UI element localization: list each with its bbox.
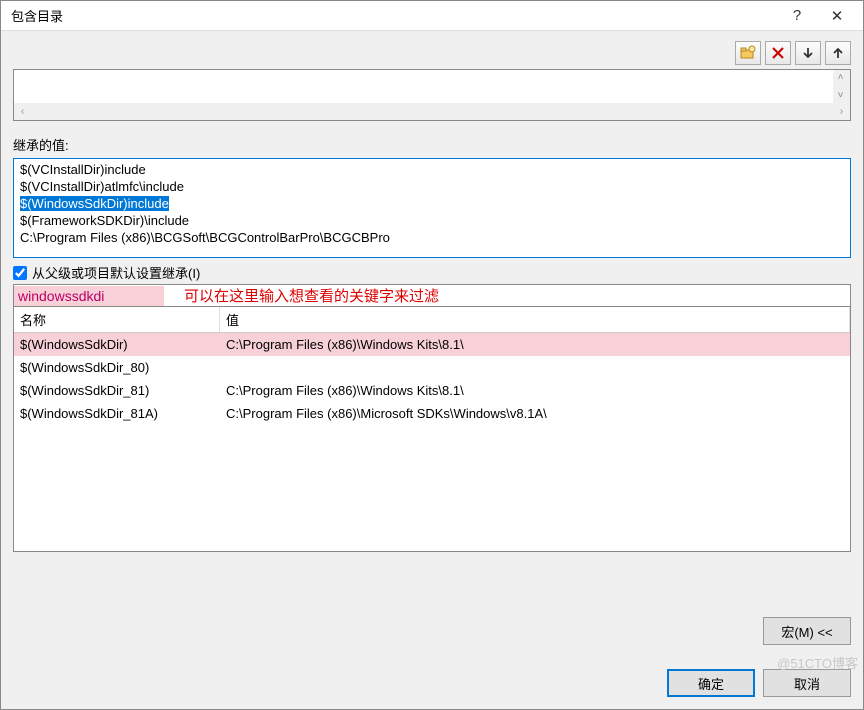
macros-table: 名称 值 $(WindowsSdkDir)C:\Program Files (x… xyxy=(14,307,850,551)
scroll-down-icon[interactable]: ˅ xyxy=(833,88,848,103)
button-row-main: 确定 取消 xyxy=(1,657,863,709)
inherit-checkbox-label[interactable]: 从父级或项目默认设置继承(I) xyxy=(32,263,200,282)
cancel-button[interactable]: 取消 xyxy=(763,669,851,697)
horizontal-scrollbar[interactable]: ‹ › xyxy=(14,103,850,120)
cell-value xyxy=(220,356,850,379)
cell-value: C:\Program Files (x86)\Windows Kits\8.1\ xyxy=(220,379,850,402)
table-row[interactable]: $(WindowsSdkDir_81)C:\Program Files (x86… xyxy=(14,379,850,402)
filter-row: 可以在这里输入想查看的关键字来过滤 xyxy=(14,285,850,307)
header-value[interactable]: 值 xyxy=(220,307,850,332)
table-row[interactable]: $(WindowsSdkDir_81A)C:\Program Files (x8… xyxy=(14,402,850,425)
table-body: $(WindowsSdkDir)C:\Program Files (x86)\W… xyxy=(14,333,850,425)
inherited-line[interactable]: $(VCInstallDir)include xyxy=(16,161,848,178)
table-header: 名称 值 xyxy=(14,307,850,333)
vertical-scrollbar[interactable]: ˄ ˅ xyxy=(833,70,850,103)
help-button[interactable]: ? xyxy=(777,3,817,29)
dialog: 包含目录 ? ✕ ˄ ˅ ‹ › xyxy=(0,0,864,710)
inherit-checkbox[interactable] xyxy=(13,266,27,280)
macros-panel: 可以在这里输入想查看的关键字来过滤 名称 值 $(WindowsSdkDir)C… xyxy=(13,284,851,552)
inherited-line[interactable]: $(VCInstallDir)atlmfc\include xyxy=(16,178,848,195)
move-up-button[interactable] xyxy=(825,41,851,65)
table-row[interactable]: $(WindowsSdkDir)C:\Program Files (x86)\W… xyxy=(14,333,850,356)
content-area: ˄ ˅ ‹ › 继承的值: $(VCInstallDir)include$(VC… xyxy=(1,31,863,605)
button-row-macros: 宏(M) << xyxy=(1,605,863,657)
scroll-left-icon[interactable]: ‹ xyxy=(15,104,30,119)
macro-filter-input[interactable] xyxy=(14,286,164,306)
inherit-checkbox-row: 从父级或项目默认设置继承(I) xyxy=(13,263,851,282)
paths-editbox[interactable]: ˄ ˅ ‹ › xyxy=(13,69,851,121)
scroll-right-icon[interactable]: › xyxy=(834,104,849,119)
close-button[interactable]: ✕ xyxy=(817,3,857,29)
inherited-line[interactable]: $(FrameworkSDKDir)\include xyxy=(16,212,848,229)
inherited-line[interactable]: $(WindowsSdkDir)include xyxy=(16,195,848,212)
filter-annotation: 可以在这里输入想查看的关键字来过滤 xyxy=(164,285,439,306)
table-row[interactable]: $(WindowsSdkDir_80) xyxy=(14,356,850,379)
new-folder-button[interactable] xyxy=(735,41,761,65)
cell-name: $(WindowsSdkDir_80) xyxy=(14,356,220,379)
move-down-button[interactable] xyxy=(795,41,821,65)
cell-name: $(WindowsSdkDir) xyxy=(14,333,220,356)
titlebar: 包含目录 ? ✕ xyxy=(1,1,863,31)
header-name[interactable]: 名称 xyxy=(14,307,220,332)
delete-button[interactable] xyxy=(765,41,791,65)
cell-name: $(WindowsSdkDir_81) xyxy=(14,379,220,402)
inherited-line[interactable]: C:\Program Files (x86)\BCGSoft\BCGContro… xyxy=(16,229,848,246)
scroll-up-icon[interactable]: ˄ xyxy=(833,70,848,85)
inherited-label: 继承的值: xyxy=(13,135,851,154)
dialog-title: 包含目录 xyxy=(11,6,777,25)
cell-value: C:\Program Files (x86)\Microsoft SDKs\Wi… xyxy=(220,402,850,425)
cell-name: $(WindowsSdkDir_81A) xyxy=(14,402,220,425)
ok-button[interactable]: 确定 xyxy=(667,669,755,697)
inherited-listbox[interactable]: $(VCInstallDir)include$(VCInstallDir)atl… xyxy=(13,158,851,258)
cell-value: C:\Program Files (x86)\Windows Kits\8.1\ xyxy=(220,333,850,356)
macros-button[interactable]: 宏(M) << xyxy=(763,617,851,645)
toolbar xyxy=(13,41,851,65)
